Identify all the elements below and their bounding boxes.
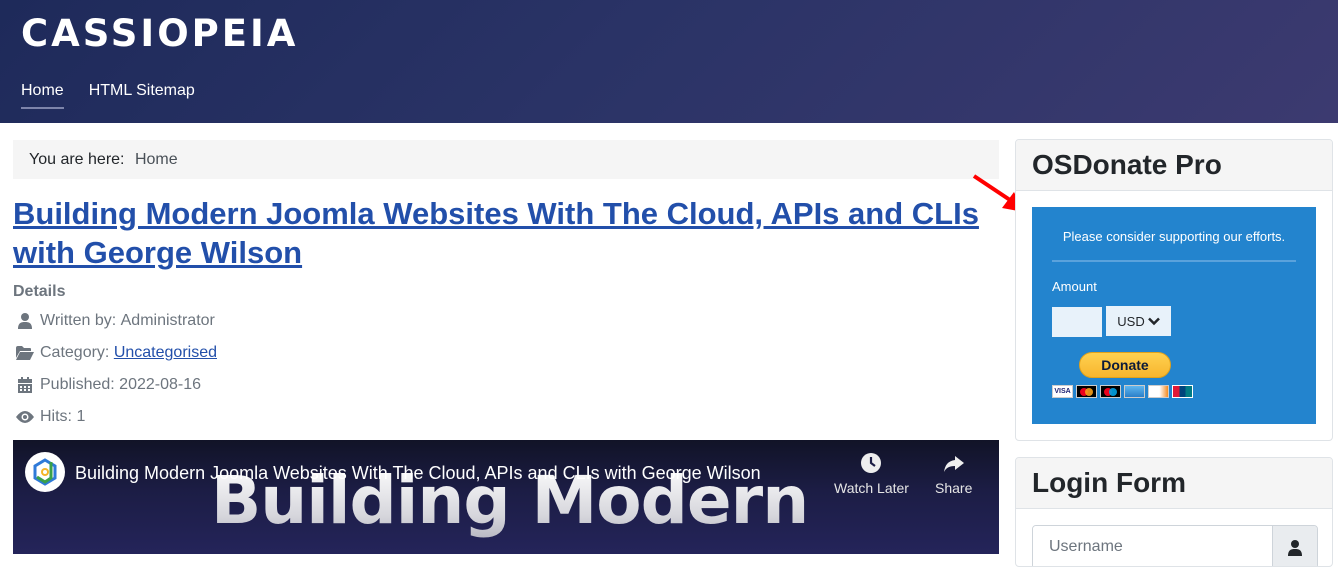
video-title[interactable]: Building Modern Joomla Websites With The… xyxy=(75,463,761,484)
paypal-donate-button[interactable]: Donate xyxy=(1079,352,1171,378)
currency-value: USD xyxy=(1117,313,1145,329)
osdonate-module: OSDonate Pro Please consider supporting … xyxy=(1015,139,1333,441)
username-addon xyxy=(1272,526,1317,566)
folder-open-icon xyxy=(16,345,34,361)
payment-cards: VISA xyxy=(1052,385,1193,398)
calendar-icon xyxy=(16,377,34,393)
article-title-link[interactable]: Building Modern Joomla Websites With The… xyxy=(13,196,979,270)
breadcrumb: You are here: Home xyxy=(13,140,999,179)
share-label: Share xyxy=(935,480,973,496)
divider xyxy=(1052,260,1296,262)
category-label: Category: xyxy=(40,344,110,361)
donate-intro: Please consider supporting our efforts. xyxy=(1062,229,1286,244)
hits-label: Hits: xyxy=(40,408,72,425)
watch-later-label: Watch Later xyxy=(834,480,909,496)
author-value: Administrator xyxy=(120,312,215,329)
nav-item-html-sitemap[interactable]: HTML Sitemap xyxy=(89,82,195,109)
main-nav: Home HTML Sitemap xyxy=(21,82,195,109)
donate-box: Please consider supporting our efforts. … xyxy=(1032,207,1316,424)
details-heading: Details xyxy=(13,283,66,300)
article-details: Details Written by: Administrator Catego… xyxy=(13,283,217,433)
author-label: Written by: xyxy=(40,312,117,329)
detail-published: Published: 2022-08-16 xyxy=(13,369,217,401)
breadcrumb-current: Home xyxy=(134,151,178,168)
amount-label: Amount xyxy=(1052,279,1097,294)
login-module: Login Form xyxy=(1015,457,1333,567)
joomla-day-logo-icon xyxy=(33,458,57,486)
category-link[interactable]: Uncategorised xyxy=(114,344,217,362)
hits-value: 1 xyxy=(76,408,86,425)
maestro-card-icon xyxy=(1100,385,1121,398)
login-heading: Login Form xyxy=(1016,458,1332,509)
site-brand[interactable]: CASSIOPEIA xyxy=(21,12,298,55)
discover-card-icon xyxy=(1148,385,1169,398)
detail-hits: Hits: 1 xyxy=(13,401,217,433)
username-input[interactable] xyxy=(1033,526,1272,566)
osdonate-heading: OSDonate Pro xyxy=(1016,140,1332,191)
share-button[interactable]: Share xyxy=(935,452,972,496)
username-field xyxy=(1032,525,1318,566)
detail-category: Category: Uncategorised xyxy=(13,337,217,369)
share-arrow-icon xyxy=(943,456,964,472)
detail-author: Written by: Administrator xyxy=(13,305,217,337)
unionpay-card-icon xyxy=(1172,385,1193,398)
published-value: 2022-08-16 xyxy=(119,376,202,393)
currency-select[interactable]: USD xyxy=(1106,306,1171,336)
chevron-down-icon xyxy=(1147,317,1160,325)
article-title: Building Modern Joomla Websites With The… xyxy=(13,194,993,272)
user-icon xyxy=(16,313,34,329)
video-embed[interactable]: Building Modern Building Modern Joomla W… xyxy=(13,440,999,554)
clock-icon xyxy=(861,453,882,473)
channel-avatar[interactable] xyxy=(25,452,65,492)
published-label: Published: xyxy=(40,376,115,393)
amount-input[interactable] xyxy=(1052,307,1102,337)
watch-later-button[interactable]: Watch Later xyxy=(834,452,909,496)
nav-item-home[interactable]: Home xyxy=(21,82,64,109)
site-header: CASSIOPEIA Home HTML Sitemap xyxy=(0,0,1338,123)
breadcrumb-prefix: You are here: xyxy=(29,151,125,168)
mastercard-icon xyxy=(1076,385,1097,398)
eye-icon xyxy=(16,409,34,425)
amex-card-icon xyxy=(1124,385,1145,398)
visa-card-icon: VISA xyxy=(1052,385,1073,398)
